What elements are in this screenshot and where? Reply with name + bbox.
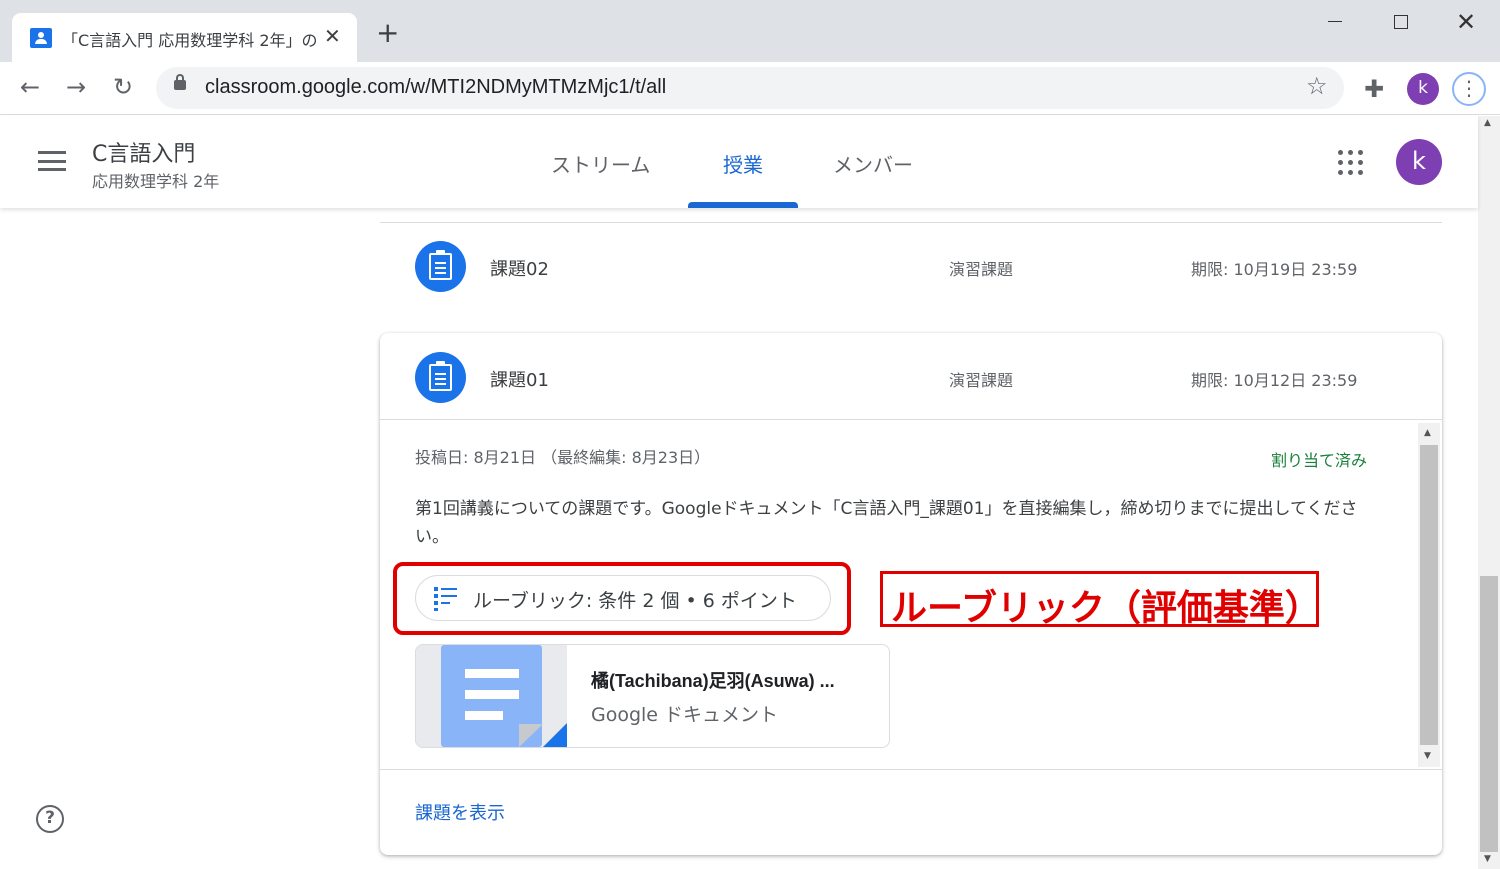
scrollbar-thumb[interactable] [1480, 576, 1498, 852]
browser-menu-icon[interactable]: ⋮ [1452, 72, 1486, 106]
scroll-down-arrow-icon[interactable]: ▼ [1484, 854, 1491, 864]
annotation-label: ルーブリック（評価基準） [891, 588, 1321, 629]
tab-classwork[interactable]: 授業 [723, 149, 763, 178]
classroom-favicon-icon [30, 28, 52, 48]
browser-profile-avatar[interactable]: k [1407, 73, 1439, 105]
view-assignment-link[interactable]: 課題を表示 [415, 799, 505, 825]
maximize-icon[interactable] [1394, 15, 1408, 29]
tab-stream[interactable]: ストリーム [551, 149, 650, 178]
scroll-up-arrow-icon[interactable]: ▲ [1424, 428, 1431, 438]
attachment-title: 橘(Tachibana)足羽(Asuwa) ... [591, 671, 835, 691]
doc-page-fold [519, 724, 543, 747]
reload-icon[interactable]: ↻ [113, 73, 133, 101]
help-icon[interactable]: ? [36, 805, 64, 833]
browser-tabstrip: 「C言語入門 応用数理学科 2年」の ✕ + ✕ [0, 0, 1500, 62]
address-bar[interactable]: classroom.google.com/w/MTI2NDMyMTMzMjc1/… [156, 67, 1344, 109]
assignment-topic: 演習課題 [949, 371, 1014, 390]
tab-close-icon[interactable]: ✕ [324, 24, 341, 48]
assigned-status: 割り当て済み [1271, 451, 1368, 470]
posted-date: 投稿日: 8月21日 （最終編集: 8月23日） [415, 448, 711, 467]
extensions-icon[interactable]: ✚ [1364, 75, 1384, 103]
rubric-highlight-box [393, 562, 851, 635]
attachment-type: Google ドキュメント [591, 704, 779, 726]
back-icon[interactable]: ← [20, 73, 40, 101]
assignment-icon [415, 352, 466, 403]
card-scrollbar[interactable]: ▲ ▼ [1418, 423, 1440, 767]
assignment-row[interactable]: 課題01 演習課題 期限: 10月12日 23:59 [380, 333, 1442, 421]
assignment-topic: 演習課題 [949, 260, 1014, 279]
hamburger-menu-icon[interactable] [38, 151, 66, 171]
tab-title: 「C言語入門 応用数理学科 2年」の [62, 31, 317, 50]
attachment-card[interactable]: 橘(Tachibana)足羽(Asuwa) ... Google ドキュメント [415, 644, 890, 748]
class-name[interactable]: C言語入門 [92, 136, 195, 168]
scrollbar-thumb[interactable] [1420, 445, 1438, 745]
window-close-icon[interactable]: ✕ [1456, 8, 1476, 36]
account-avatar[interactable]: k [1396, 139, 1442, 185]
scroll-down-arrow-icon[interactable]: ▼ [1424, 751, 1431, 761]
divider [380, 769, 1442, 770]
assignment-icon [415, 241, 466, 292]
new-tab-icon[interactable]: + [376, 19, 399, 47]
url-text[interactable]: classroom.google.com/w/MTI2NDMyMTMzMjc1/… [205, 76, 666, 99]
assignment-title: 課題01 [490, 370, 549, 391]
tab-people[interactable]: メンバー [833, 149, 913, 178]
active-tab-indicator [688, 202, 798, 208]
google-apps-icon[interactable] [1338, 150, 1364, 176]
assignment-description: 第1回講義についての課題です。Googleドキュメント「C言語入門_課題01」を… [415, 499, 1358, 547]
minimize-icon[interactable] [1328, 21, 1342, 22]
assignment-due: 期限: 10月19日 23:59 [1191, 260, 1358, 279]
assignment-due: 期限: 10月12日 23:59 [1191, 371, 1358, 390]
google-docs-thumbnail [416, 645, 567, 747]
classroom-header: C言語入門 応用数理学科 2年 ストリーム 授業 メンバー k [0, 116, 1478, 208]
class-section: 応用数理学科 2年 [92, 172, 220, 191]
browser-tab[interactable]: 「C言語入門 応用数理学科 2年」の ✕ [12, 13, 357, 62]
forward-icon[interactable]: → [66, 73, 86, 101]
assignment-row[interactable]: 課題02 演習課題 期限: 10月19日 23:59 [380, 222, 1442, 310]
assignment-title: 課題02 [490, 259, 549, 280]
browser-toolbar: ← → ↻ classroom.google.com/w/MTI2NDMyMTM… [0, 62, 1500, 115]
bookmark-star-icon[interactable]: ☆ [1306, 72, 1328, 100]
divider [380, 419, 1442, 420]
annotation-label-box: ルーブリック（評価基準） [880, 571, 1321, 629]
scroll-up-arrow-icon[interactable]: ▲ [1484, 118, 1491, 128]
doc-corner-mark [542, 723, 567, 747]
page-scrollbar[interactable]: ▲ ▼ [1478, 116, 1500, 869]
lock-icon[interactable] [174, 74, 186, 90]
